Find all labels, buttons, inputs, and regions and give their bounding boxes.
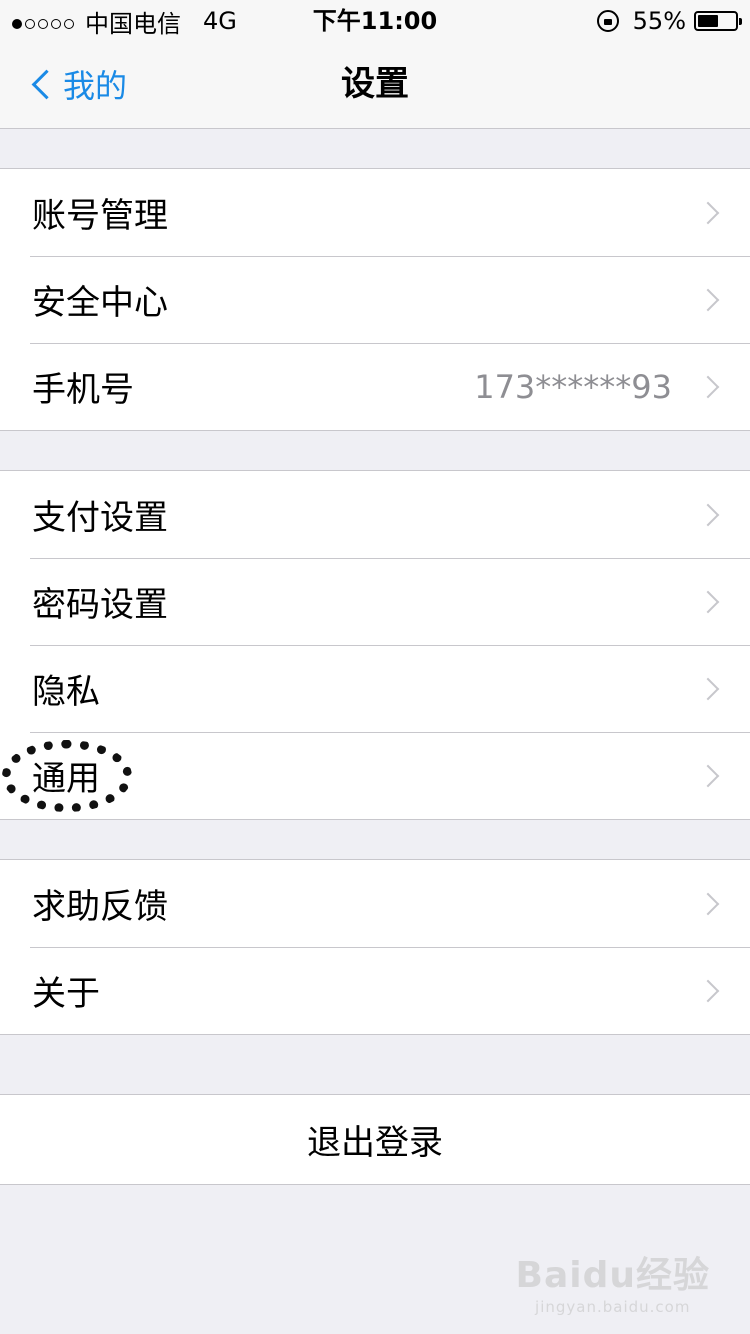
settings-row-feedback[interactable]: 求助反馈 bbox=[0, 860, 750, 947]
status-bar: 中国电信 4G 下午11:00 55% bbox=[0, 0, 750, 40]
navigation-bar: 我的 设置 bbox=[0, 40, 750, 129]
row-label: 支付设置 bbox=[32, 498, 168, 538]
settings-row-general[interactable]: 通用 bbox=[0, 732, 750, 819]
battery-fill bbox=[698, 15, 718, 27]
row-label: 通用 bbox=[32, 759, 100, 799]
rotation-lock-icon bbox=[596, 10, 619, 32]
chevron-right-icon bbox=[696, 288, 720, 312]
chevron-right-icon bbox=[696, 590, 720, 614]
settings-screen: 中国电信 4G 下午11:00 55% 我的 设置 账号管理 安全中心 手机号 … bbox=[0, 0, 750, 1334]
chevron-right-icon bbox=[696, 979, 720, 1003]
page-title: 设置 bbox=[341, 64, 409, 104]
settings-row-account-management[interactable]: 账号管理 bbox=[0, 169, 750, 256]
watermark-logo: Baidu经验 bbox=[515, 1255, 710, 1296]
settings-group-preferences: 支付设置 密码设置 隐私 通用 bbox=[0, 470, 750, 820]
settings-group-support: 求助反馈 关于 bbox=[0, 859, 750, 1035]
settings-row-phone-number[interactable]: 手机号 173******93 bbox=[0, 343, 750, 430]
row-label: 安全中心 bbox=[32, 283, 168, 323]
row-label: 账号管理 bbox=[32, 196, 168, 236]
chevron-right-icon bbox=[696, 375, 720, 399]
battery-icon bbox=[694, 11, 742, 31]
row-label: 密码设置 bbox=[32, 585, 168, 625]
settings-row-payment[interactable]: 支付设置 bbox=[0, 471, 750, 558]
row-label: 关于 bbox=[32, 974, 100, 1014]
chevron-right-icon bbox=[696, 677, 720, 701]
chevron-right-icon bbox=[696, 764, 720, 788]
battery-percent: 55% bbox=[632, 7, 686, 35]
settings-row-password[interactable]: 密码设置 bbox=[0, 558, 750, 645]
settings-row-privacy[interactable]: 隐私 bbox=[0, 645, 750, 732]
row-label: 隐私 bbox=[32, 672, 100, 712]
settings-group-account: 账号管理 安全中心 手机号 173******93 bbox=[0, 168, 750, 431]
chevron-right-icon bbox=[696, 201, 720, 225]
row-label: 求助反馈 bbox=[32, 887, 168, 927]
chevron-right-icon bbox=[696, 503, 720, 527]
watermark: Baidu经验 jingyan.baidu.com bbox=[516, 1246, 710, 1316]
watermark-url: jingyan.baidu.com bbox=[535, 1298, 691, 1316]
row-label: 手机号 bbox=[32, 370, 134, 410]
phone-number-value: 173******93 bbox=[474, 367, 672, 406]
status-right: 55% bbox=[596, 6, 742, 36]
logout-button[interactable]: 退出登录 bbox=[0, 1094, 750, 1185]
chevron-right-icon bbox=[696, 892, 720, 916]
settings-row-about[interactable]: 关于 bbox=[0, 947, 750, 1034]
settings-row-security-center[interactable]: 安全中心 bbox=[0, 256, 750, 343]
